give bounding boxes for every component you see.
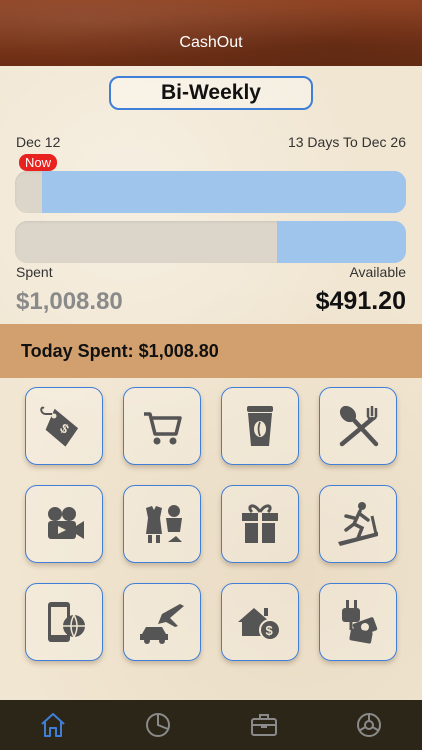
svg-text:$: $ xyxy=(266,623,274,638)
clothing-icon xyxy=(146,505,182,543)
car-plane-icon xyxy=(140,604,184,644)
category-gift-button[interactable] xyxy=(221,485,299,563)
spent-label: Spent xyxy=(16,264,53,280)
gift-icon xyxy=(242,504,278,543)
title-bar: CashOut xyxy=(0,0,422,66)
available-label: Available xyxy=(349,264,406,280)
house-money-icon: $ xyxy=(238,608,281,641)
today-spent-label: Today Spent: $1,008.80 xyxy=(21,340,219,361)
coffee-cup-icon xyxy=(247,406,273,446)
budget-progress-bar xyxy=(15,221,406,263)
spoon-fork-icon xyxy=(339,405,379,447)
tab-home[interactable] xyxy=(23,700,83,750)
period-selector-button[interactable]: Bi-Weekly xyxy=(109,76,313,110)
days-remaining-label: 13 Days To Dec 26 xyxy=(287,134,406,150)
today-spent-banner: Today Spent: $1,008.80 xyxy=(0,324,422,378)
category-clothing-button[interactable] xyxy=(123,485,201,563)
category-fitness-button[interactable] xyxy=(319,485,397,563)
category-transport-button[interactable] xyxy=(123,583,201,661)
app-title: CashOut xyxy=(179,34,243,51)
tab-reports[interactable] xyxy=(128,700,188,750)
period-start-date: Dec 12 xyxy=(16,134,61,150)
tab-accounts[interactable] xyxy=(234,700,294,750)
spent-amount: $1,008.80 xyxy=(16,288,123,315)
utility-bill-icon xyxy=(342,600,378,644)
phone-globe-icon xyxy=(48,602,85,642)
category-housing-button[interactable]: $ xyxy=(221,583,299,661)
movie-camera-icon xyxy=(48,507,84,539)
bottom-tab-bar xyxy=(0,700,422,750)
category-utilities-button[interactable] xyxy=(319,583,397,661)
pie-chart-icon xyxy=(146,713,171,737)
time-progress-bar xyxy=(15,171,406,213)
now-badge: Now xyxy=(19,154,58,171)
available-amount: $491.20 xyxy=(315,287,406,315)
category-tag-button[interactable]: $ xyxy=(25,387,103,465)
tab-settings[interactable] xyxy=(339,700,399,750)
category-shopping-button[interactable] xyxy=(123,387,201,465)
category-dining-button[interactable] xyxy=(319,387,397,465)
category-phone-internet-button[interactable] xyxy=(25,583,103,661)
category-entertainment-button[interactable] xyxy=(25,485,103,563)
time-progress-fill xyxy=(42,171,406,213)
settings-gear-icon xyxy=(357,713,382,737)
treadmill-icon xyxy=(338,502,378,546)
home-icon xyxy=(41,713,65,737)
shopping-cart-icon xyxy=(144,412,182,445)
budget-available-fill xyxy=(276,221,406,263)
price-tag-icon: $ xyxy=(40,406,79,447)
briefcase-icon xyxy=(250,714,277,736)
category-coffee-button[interactable] xyxy=(221,387,299,465)
